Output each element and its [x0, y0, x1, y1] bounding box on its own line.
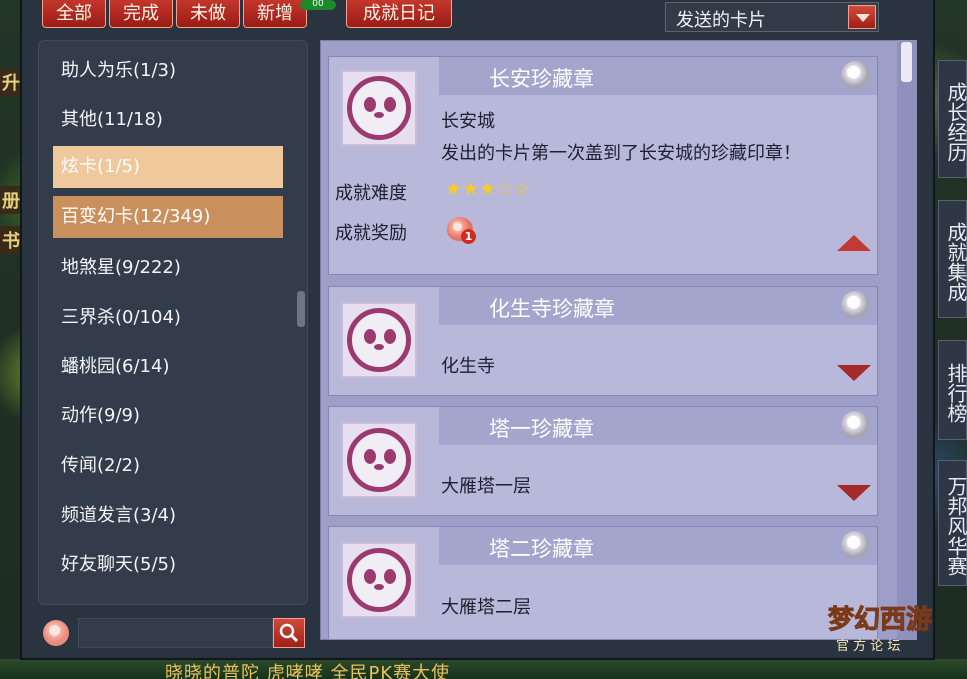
card-description: 发出的卡片第一次盖到了长安城的珍藏印章！ — [441, 143, 801, 164]
search-icon — [279, 623, 299, 643]
achievement-card[interactable]: 塔二珍藏章 大雁塔二层 — [328, 526, 878, 640]
card-title: 长安珍藏章 — [489, 67, 594, 91]
category-item[interactable]: 地煞星(9/222) — [53, 247, 283, 289]
panda-stamp-icon — [341, 542, 417, 618]
dropdown-arrow-icon[interactable] — [848, 5, 876, 29]
edge-text: 书 — [0, 226, 22, 254]
edge-text: 册 — [0, 186, 22, 214]
category-item[interactable]: 三界杀(0/104) — [53, 297, 283, 339]
reward-label: 成就奖励 — [335, 223, 407, 244]
dropdown-selected-value: 发送的卡片 — [676, 10, 766, 31]
expand-arrow-icon[interactable] — [837, 485, 871, 501]
panda-stamp-icon — [341, 422, 417, 498]
content-scrollbar-track[interactable] — [897, 40, 917, 640]
filter-all-button[interactable]: 全部 — [42, 0, 106, 28]
peach-badge-icon — [841, 61, 869, 89]
difficulty-stars: ★★★☆☆ — [445, 178, 531, 200]
peach-badge-icon — [841, 531, 869, 559]
category-item-highlighted[interactable]: 百变幻卡(12/349) — [53, 196, 283, 238]
tab-rankings[interactable]: 排行榜 — [938, 340, 967, 440]
svg-text:梦幻西游: 梦幻西游 — [828, 605, 932, 635]
filter-todo-button[interactable]: 未做 — [176, 0, 240, 28]
category-scrollbar[interactable] — [297, 291, 305, 327]
tab-wanbang-contest[interactable]: 万邦风华赛 — [938, 460, 967, 586]
panda-stamp-icon — [341, 70, 417, 146]
category-item[interactable]: 助人为乐(1/3) — [53, 50, 283, 92]
collapse-arrow-icon[interactable] — [837, 235, 871, 251]
card-type-dropdown[interactable]: 发送的卡片 — [665, 2, 879, 32]
achievement-card[interactable]: 长安珍藏章 长安城 发出的卡片第一次盖到了长安城的珍藏印章！ 成就难度 ★★★☆… — [328, 56, 878, 275]
player-names: 晓晓的普陀 虎哮哮 全民PK赛大使 — [165, 663, 451, 679]
category-item[interactable]: 其他(11/18) — [53, 99, 283, 141]
filter-done-button[interactable]: 完成 — [109, 0, 173, 28]
achievement-card[interactable]: 化生寺珍藏章 化生寺 — [328, 286, 878, 396]
tab-achievement-collection[interactable]: 成就集成 — [938, 200, 967, 318]
category-item[interactable]: 好友聊天(5/5) — [53, 544, 283, 586]
tab-growth-history[interactable]: 成长经历 — [938, 60, 967, 178]
card-location: 大雁塔一层 — [441, 476, 531, 497]
svg-text:官 方 论 坛: 官 方 论 坛 — [836, 638, 900, 654]
difficulty-label: 成就难度 — [335, 183, 407, 204]
card-title: 塔一珍藏章 — [489, 417, 594, 441]
reward-count-badge: 1 — [461, 229, 476, 244]
card-title: 塔二珍藏章 — [489, 537, 594, 561]
achievement-diary-button[interactable]: 成就日记 — [346, 0, 452, 28]
panda-stamp-icon — [341, 302, 417, 378]
achievement-card[interactable]: 塔一珍藏章 大雁塔一层 — [328, 406, 878, 516]
filter-new-button[interactable]: 新增 — [243, 0, 307, 28]
card-title: 化生寺珍藏章 — [489, 297, 615, 321]
category-item[interactable]: 动作(9/9) — [53, 395, 283, 437]
category-item[interactable]: 蟠桃园(6/14) — [53, 346, 283, 388]
peach-badge-icon — [841, 291, 869, 319]
card-location: 化生寺 — [441, 356, 495, 377]
category-list: 助人为乐(1/3) 其他(11/18) 炫卡(1/5) 百变幻卡(12/349)… — [38, 40, 308, 605]
search-button[interactable] — [273, 618, 305, 648]
card-location: 长安城 — [441, 111, 495, 132]
peach-badge-icon — [841, 411, 869, 439]
expand-arrow-icon[interactable] — [837, 365, 871, 381]
search-input[interactable] — [78, 618, 273, 648]
chat-strip: 晓晓的普陀 虎哮哮 全民PK赛大使 — [0, 659, 967, 679]
category-item[interactable]: 传闻(2/2) — [53, 445, 283, 487]
card-location: 大雁塔二层 — [441, 597, 531, 618]
peach-icon — [43, 620, 69, 646]
new-count-badge: 00 — [300, 0, 336, 10]
content-scrollbar-thumb[interactable] — [901, 42, 912, 82]
category-item[interactable]: 频道发言(3/4) — [53, 495, 283, 537]
category-item-selected[interactable]: 炫卡(1/5) — [53, 146, 283, 188]
game-logo: 梦幻西游 官 方 论 坛 — [822, 590, 940, 660]
